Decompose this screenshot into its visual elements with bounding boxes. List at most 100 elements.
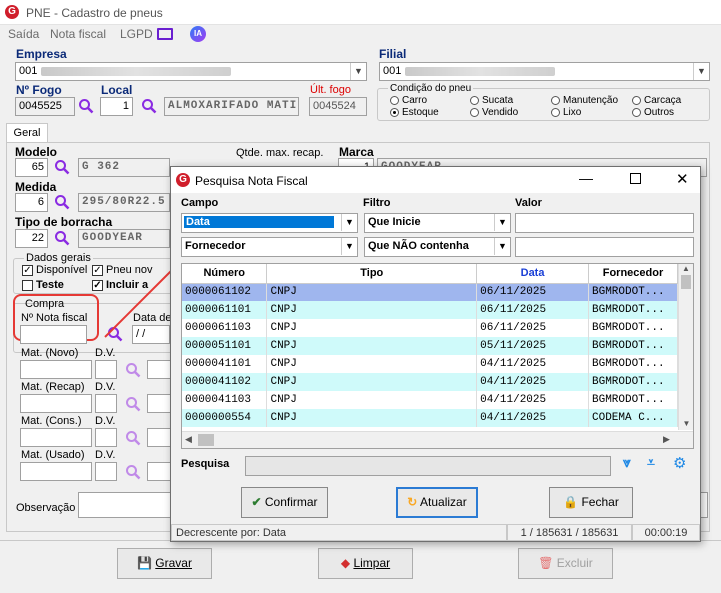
dv-usado-label: D.V. bbox=[95, 449, 116, 461]
table-row[interactable]: 0000041101 CNPJ 04/11/2025 BGMRODOT... bbox=[182, 355, 678, 373]
cell-data: 06/11/2025 bbox=[476, 301, 589, 319]
check-teste[interactable]: Teste bbox=[22, 279, 64, 291]
cell-data: 06/11/2025 bbox=[476, 319, 589, 337]
search-icon[interactable] bbox=[141, 98, 157, 114]
cell-fornecedor: BGMRODOT... bbox=[588, 373, 678, 391]
gear-icon[interactable]: ⚙ bbox=[673, 454, 686, 472]
confirmar-button[interactable]: ✔ Confirmar bbox=[241, 487, 328, 518]
table-row[interactable]: 0000041103 CNPJ 04/11/2025 BGMRODOT... bbox=[182, 391, 678, 409]
radio-vendido[interactable]: Vendido bbox=[470, 107, 518, 118]
medida-field[interactable]: 6 bbox=[15, 193, 48, 212]
double-chevron-down-icon[interactable]: ⩔ bbox=[623, 454, 631, 471]
empresa-select[interactable]: 001 ▼ bbox=[15, 62, 367, 81]
filtro-select-2[interactable]: Que NÃO contenha ▼ bbox=[364, 237, 511, 257]
dv-cons-field[interactable] bbox=[95, 428, 117, 447]
ia-icon[interactable]: IA bbox=[190, 26, 206, 42]
empresa-value: 001 bbox=[19, 65, 38, 77]
table-row[interactable]: 0000061102 CNPJ 06/11/2025 BGMRODOT... bbox=[182, 283, 678, 301]
valor-field-2[interactable] bbox=[515, 237, 694, 257]
modelo-field[interactable]: 65 bbox=[15, 158, 48, 177]
modelo-desc: G 362 bbox=[78, 158, 170, 177]
col-numero[interactable]: Número bbox=[182, 264, 268, 284]
limpar-button[interactable]: ◆ Limpar bbox=[318, 548, 413, 579]
dv-novo-label: D.V. bbox=[95, 347, 116, 359]
fechar-button[interactable]: 🔒 Fechar bbox=[549, 487, 633, 518]
medida-label: Medida bbox=[15, 180, 57, 194]
dv-novo-field[interactable] bbox=[95, 360, 117, 379]
excluir-button[interactable]: 🗑 Excluir bbox=[518, 548, 613, 579]
dv-usado-field[interactable] bbox=[95, 462, 117, 481]
results-grid: Número Tipo Data Fornecedor 0000061102 CN… bbox=[181, 263, 694, 449]
menu-lgpd[interactable]: LGPD bbox=[120, 27, 153, 41]
radio-carro[interactable]: Carro bbox=[390, 95, 427, 106]
table-row[interactable]: 0000051101 CNPJ 05/11/2025 BGMRODOT... bbox=[182, 337, 678, 355]
col-tipo[interactable]: Tipo bbox=[266, 264, 478, 284]
check-icon: ✔ bbox=[251, 495, 262, 509]
maximize-icon[interactable] bbox=[630, 173, 641, 184]
search-icon[interactable] bbox=[78, 98, 94, 114]
borracha-field[interactable]: 22 bbox=[15, 229, 48, 248]
table-row[interactable]: 0000000554 CNPJ 04/11/2025 CODEMA C... bbox=[182, 409, 678, 427]
tab-geral[interactable]: Geral bbox=[6, 123, 48, 143]
search-icon[interactable] bbox=[54, 159, 70, 175]
observacao-label: Observação bbox=[16, 502, 76, 514]
filial-select[interactable]: 001 ▼ bbox=[379, 62, 710, 81]
monitor-icon[interactable] bbox=[157, 28, 173, 40]
cell-data: 05/11/2025 bbox=[476, 337, 589, 355]
mat-novo-field[interactable] bbox=[20, 360, 92, 379]
nf-field[interactable] bbox=[20, 325, 87, 344]
radio-carcaca[interactable]: Carcaça bbox=[632, 95, 681, 106]
mat-recap-field[interactable] bbox=[20, 394, 92, 413]
mat-recap-desc bbox=[147, 394, 171, 413]
cell-data: 04/11/2025 bbox=[476, 355, 589, 373]
horizontal-scrollbar[interactable]: ◀ ▶ bbox=[182, 431, 693, 448]
status-count: 1 / 185631 / 185631 bbox=[507, 524, 632, 541]
table-row[interactable]: 0000041102 CNPJ 04/11/2025 BGMRODOT... bbox=[182, 373, 678, 391]
search-icon[interactable] bbox=[125, 396, 141, 412]
radio-estoque[interactable]: Estoque bbox=[390, 107, 439, 118]
minimize-icon[interactable]: — bbox=[579, 170, 593, 186]
cell-numero: 0000000554 bbox=[182, 409, 268, 427]
campo-select-1[interactable]: Data ▼ bbox=[181, 213, 358, 233]
pesquisa-field[interactable] bbox=[245, 456, 611, 476]
table-row[interactable]: 0000061101 CNPJ 06/11/2025 BGMRODOT... bbox=[182, 301, 678, 319]
condicao-label: Condição do pneu bbox=[388, 83, 474, 94]
table-row[interactable]: 0000061103 CNPJ 06/11/2025 BGMRODOT... bbox=[182, 319, 678, 337]
radio-lixo[interactable]: Lixo bbox=[551, 107, 581, 118]
atualizar-button[interactable]: ↻ Atualizar bbox=[396, 487, 478, 518]
cell-numero: 0000041102 bbox=[182, 373, 268, 391]
borracha-label: Tipo de borracha bbox=[15, 215, 113, 229]
dv-recap-label: D.V. bbox=[95, 381, 116, 393]
local-field[interactable]: 1 bbox=[100, 97, 133, 116]
radio-outros[interactable]: Outros bbox=[632, 107, 674, 118]
col-data[interactable]: Data bbox=[476, 264, 589, 284]
search-icon[interactable] bbox=[125, 430, 141, 446]
search-icon[interactable] bbox=[54, 230, 70, 246]
check-disponivel[interactable]: ✓ Disponível bbox=[22, 264, 87, 276]
dv-recap-field[interactable] bbox=[95, 394, 117, 413]
mat-usado-field[interactable] bbox=[20, 462, 92, 481]
filial-label: Filial bbox=[379, 47, 407, 61]
search-icon[interactable] bbox=[125, 362, 141, 378]
radio-sucata[interactable]: Sucata bbox=[470, 95, 513, 106]
close-icon[interactable]: ✕ bbox=[676, 170, 689, 188]
radio-manutencao[interactable]: Manutenção bbox=[551, 95, 618, 106]
col-fornecedor[interactable]: Fornecedor bbox=[588, 264, 678, 284]
chevron-down-icon: ▼ bbox=[693, 63, 709, 80]
menu-saida[interactable]: Saída bbox=[8, 27, 39, 41]
gravar-button[interactable]: 💾 Gravar bbox=[117, 548, 212, 579]
status-sort: Decrescente por: Data bbox=[171, 524, 507, 541]
search-icon[interactable] bbox=[125, 464, 141, 480]
menu-nota-fiscal[interactable]: Nota fiscal bbox=[50, 27, 106, 41]
campo-select-2[interactable]: Fornecedor ▼ bbox=[181, 237, 358, 257]
cell-tipo: CNPJ bbox=[266, 301, 478, 319]
chevron-to-bottom-icon[interactable]: ⩡ bbox=[647, 454, 655, 471]
cell-fornecedor: BGMRODOT... bbox=[588, 337, 678, 355]
valor-field-1[interactable] bbox=[515, 213, 694, 233]
scroll-thumb bbox=[198, 434, 214, 446]
fogo-field[interactable]: 0045525 bbox=[15, 97, 75, 116]
mat-cons-field[interactable] bbox=[20, 428, 92, 447]
vertical-scrollbar[interactable]: ▲ ▼ bbox=[678, 264, 693, 430]
filtro-select-1[interactable]: Que Inicie ▼ bbox=[364, 213, 511, 233]
search-icon[interactable] bbox=[54, 194, 70, 210]
